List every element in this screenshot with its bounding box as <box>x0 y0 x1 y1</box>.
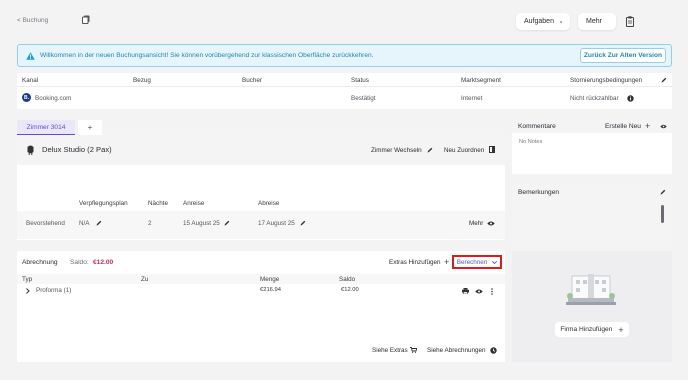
edit-icon[interactable] <box>660 189 666 195</box>
company-card: Firma Hinzufügen + <box>512 251 672 362</box>
header-nights: Nächte <box>148 200 168 207</box>
create-comment-button[interactable]: Erstelle Neu <box>605 123 641 130</box>
remarks-scrollbar[interactable] <box>661 205 664 223</box>
add-extras-button[interactable]: Extras Hinzufügen <box>389 259 440 266</box>
billing-title: Abrechnung <box>22 259 58 266</box>
add-company-label: Firma Hinzufügen <box>560 326 613 333</box>
tasks-label: Aufgaben <box>524 18 554 25</box>
header-marktsegment: Marktsegment <box>461 77 501 84</box>
more-button[interactable]: Mehr <box>578 13 616 30</box>
reassign-button[interactable]: Neu Zuordnen <box>444 147 484 154</box>
edit-icon[interactable] <box>224 220 230 226</box>
tab-zimmer-3014[interactable]: Zimmer 3014 <box>17 120 75 135</box>
eye-icon[interactable] <box>487 221 495 226</box>
billing-card: Abrechnung Saldo: €12.00 Extras Hinzufüg… <box>17 251 505 362</box>
old-version-label: Zurück Zur Alten Version <box>583 52 663 59</box>
channel-value: Booking.com <box>35 95 72 102</box>
remarks-card: Bemerkungen <box>512 185 672 241</box>
copy-icon[interactable] <box>82 15 90 26</box>
departure-value: 17 August 25 <box>258 220 295 227</box>
edit-icon[interactable] <box>661 77 667 83</box>
no-notes-text: No Notes <box>519 139 543 145</box>
header-status: Status <box>351 77 369 84</box>
print-icon[interactable] <box>462 288 469 294</box>
chevron-right-icon[interactable] <box>26 288 30 294</box>
header-menge: Menge <box>260 276 280 283</box>
calculate-label: Berechnen <box>456 258 488 266</box>
old-version-button[interactable]: Zurück Zur Alten Version <box>580 48 666 63</box>
room-card: Delux Studio (2 Pax) Zimmer Wechseln Neu… <box>17 135 505 240</box>
header-departure: Abreise <box>258 200 280 207</box>
book-icon <box>489 146 495 153</box>
proforma-type: Proforma (1) <box>36 287 72 294</box>
arrival-value: 15 August 25 <box>183 220 220 227</box>
header-arrival: Anreise <box>183 200 205 207</box>
room-icon <box>27 145 34 155</box>
clock-icon <box>490 347 497 354</box>
stay-status: Bevorstehend <box>26 220 65 227</box>
comments-title: Kommentare <box>518 123 556 130</box>
plus-icon[interactable]: + <box>645 121 650 131</box>
calculate-dropdown[interactable]: Berechnen <box>452 255 502 269</box>
comments-card: Kommentare Erstelle Neu + No Notes <box>512 120 672 174</box>
building-illustration <box>566 274 616 305</box>
view-extras-button[interactable]: Siehe Extras <box>372 347 408 354</box>
change-room-button[interactable]: Zimmer Wechseln <box>371 147 422 154</box>
header-stornierung: Stornierungsbedingungen <box>570 77 643 84</box>
booking-logo: B. <box>22 93 31 102</box>
stay-more-button[interactable]: Mehr <box>469 220 483 227</box>
plus-icon: + <box>444 257 450 267</box>
cart-icon <box>410 347 417 353</box>
header-bezug: Bezug <box>133 77 151 84</box>
add-room-tab[interactable]: + <box>78 120 102 135</box>
proforma-saldo: €12.00 <box>341 287 359 293</box>
remarks-title: Bemerkungen <box>518 189 560 196</box>
list-icon <box>559 20 562 23</box>
nights-value: 2 <box>148 220 152 227</box>
kebab-menu-icon[interactable] <box>491 288 493 295</box>
saldo-label: Saldo: <box>70 259 89 266</box>
header-typ: Typ <box>22 276 33 283</box>
tasks-button[interactable]: Aufgaben <box>516 13 570 30</box>
info-icon[interactable] <box>627 95 634 102</box>
eye-icon[interactable] <box>475 289 483 294</box>
segment-value: Internet <box>461 95 483 102</box>
cancellation-value: Nicht rückzahlbar <box>570 95 619 102</box>
edit-icon[interactable] <box>300 220 306 226</box>
banner-text: Willkommen in der neuen Buchungsansicht!… <box>40 52 374 59</box>
warning-icon <box>26 52 35 60</box>
add-company-button[interactable]: Firma Hinzufügen + <box>555 322 629 337</box>
view-invoices-button[interactable]: Siehe Abrechnungen <box>427 347 485 354</box>
eye-icon[interactable] <box>660 124 667 129</box>
clipboard-icon[interactable] <box>626 16 634 29</box>
edit-icon <box>427 147 433 153</box>
header-saldo: Saldo <box>339 276 356 283</box>
saldo-value: €12.00 <box>93 259 114 266</box>
room-type: Delux Studio (2 Pax) <box>42 145 112 154</box>
edit-icon[interactable] <box>96 220 102 226</box>
proforma-amount: €216.94 <box>260 287 281 293</box>
back-link[interactable]: < Buchung <box>17 17 48 24</box>
header-bucher: Bucher <box>242 77 262 84</box>
header-meal-plan: Verpflegungsplan <box>79 200 128 207</box>
meal-plan-value: N/A <box>79 220 90 227</box>
welcome-banner: Willkommen in der neuen Buchungsansicht!… <box>17 44 672 67</box>
tab-label: Zimmer 3014 <box>26 123 66 131</box>
plus-icon: + <box>618 324 624 335</box>
booking-info-card: Kanal Bezug Bucher Status Marktsegment S… <box>17 73 672 109</box>
more-label: Mehr <box>586 18 602 25</box>
header-kanal: Kanal <box>22 77 39 84</box>
status-value: Bestätigt <box>351 95 376 102</box>
header-zu: Zu <box>141 276 149 283</box>
chevron-down-icon <box>492 260 498 264</box>
